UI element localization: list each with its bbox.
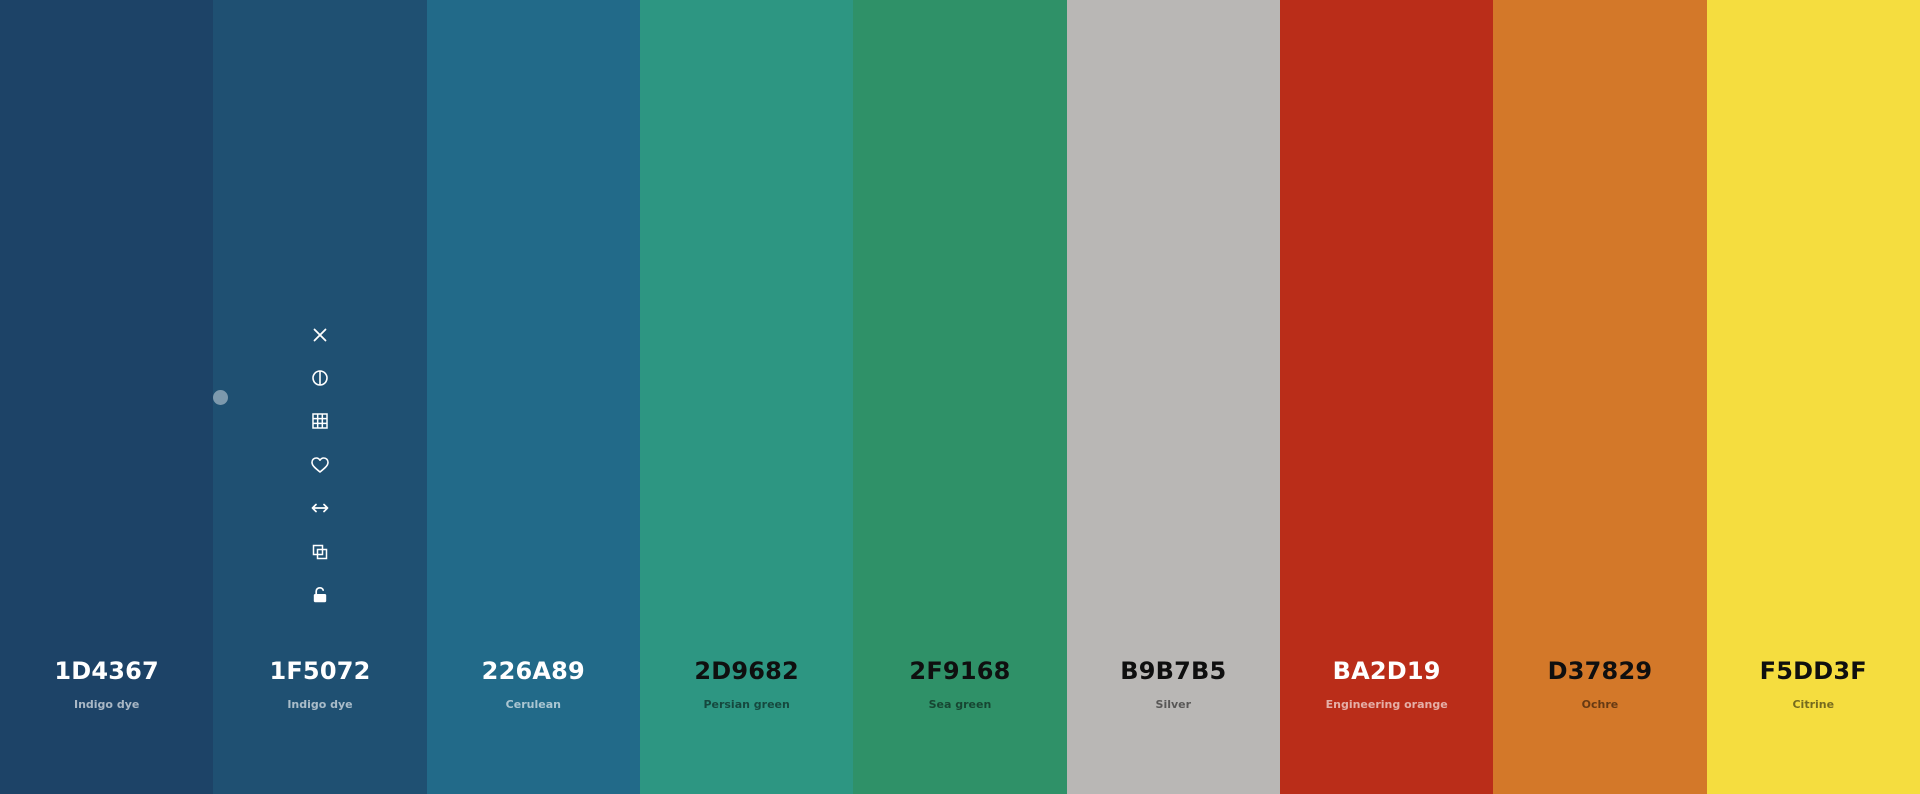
copy-hex-button[interactable] [304, 530, 336, 573]
heart-icon [311, 457, 329, 473]
swatch-info: 1D4367 Indigo dye [0, 656, 213, 712]
unlock-icon [313, 586, 327, 603]
hex-code[interactable]: 2D9682 [640, 656, 853, 686]
swatch-info: F5DD3F Citrine [1707, 656, 1920, 712]
swatch-info: D37829 Ochre [1493, 656, 1706, 712]
hex-code[interactable]: 1D4367 [0, 656, 213, 686]
add-color-handle[interactable] [212, 389, 228, 405]
swatch-info: BA2D19 Engineering orange [1280, 656, 1493, 712]
copy-icon [312, 544, 328, 559]
drag-color-button[interactable] [304, 487, 336, 530]
color-name: Indigo dye [287, 698, 353, 711]
color-swatch-1d4367[interactable]: 1D4367 Indigo dye [0, 0, 214, 794]
contrast-icon [312, 370, 328, 386]
color-name: Indigo dye [73, 698, 140, 711]
color-swatch-f5dd3f[interactable]: F5DD3F Citrine [1706, 0, 1920, 794]
color-swatch-2f9168[interactable]: 2F9168 Sea green [853, 0, 1067, 794]
swatch-info: 2D9682 Persian green [640, 656, 853, 712]
palette: 1D4367 Indigo dye 1F5072 Indigo dye 226A… [0, 0, 1920, 794]
color-name: Persian green [703, 698, 790, 711]
color-swatch-d37829[interactable]: D37829 Ochre [1493, 0, 1707, 794]
remove-color-button[interactable] [304, 313, 336, 356]
toggle-lock-button[interactable] [304, 573, 336, 616]
hex-code[interactable]: 226A89 [427, 656, 640, 686]
drag-arrows-icon [311, 503, 329, 513]
hex-code[interactable]: BA2D19 [1280, 656, 1493, 686]
hex-code[interactable]: 1F5072 [213, 656, 426, 686]
swatch-info: 2F9168 Sea green [853, 656, 1066, 712]
color-swatch-b9b7b5[interactable]: B9B7B5 Silver [1066, 0, 1280, 794]
hex-code[interactable]: F5DD3F [1707, 656, 1920, 686]
color-swatch-226a89[interactable]: 226A89 Cerulean [426, 0, 640, 794]
color-swatch-2d9682[interactable]: 2D9682 Persian green [639, 0, 854, 794]
color-name: Sea green [928, 698, 992, 711]
swatch-toolbar [304, 313, 336, 617]
color-swatch-1f5072[interactable]: 1F5072 Indigo dye [213, 0, 427, 794]
view-contrast-button[interactable] [304, 356, 336, 399]
color-name: Citrine [1792, 698, 1835, 711]
color-name: Cerulean [505, 698, 561, 711]
color-name: Silver [1155, 698, 1192, 711]
color-swatch-ba2d19[interactable]: BA2D19 Engineering orange [1279, 0, 1494, 794]
close-icon [313, 328, 327, 342]
swatch-info: 1F5072 Indigo dye [213, 656, 426, 712]
view-shades-button[interactable] [304, 400, 336, 443]
save-color-button[interactable] [304, 443, 336, 486]
color-name: Engineering orange [1325, 698, 1448, 711]
hex-code[interactable]: D37829 [1493, 656, 1706, 686]
swatch-info: 226A89 Cerulean [427, 656, 640, 712]
color-name: Ochre [1581, 698, 1619, 711]
shades-grid-icon [312, 413, 328, 430]
hex-code[interactable]: 2F9168 [853, 656, 1066, 686]
swatch-info: B9B7B5 Silver [1067, 656, 1280, 712]
hex-code[interactable]: B9B7B5 [1067, 656, 1280, 686]
